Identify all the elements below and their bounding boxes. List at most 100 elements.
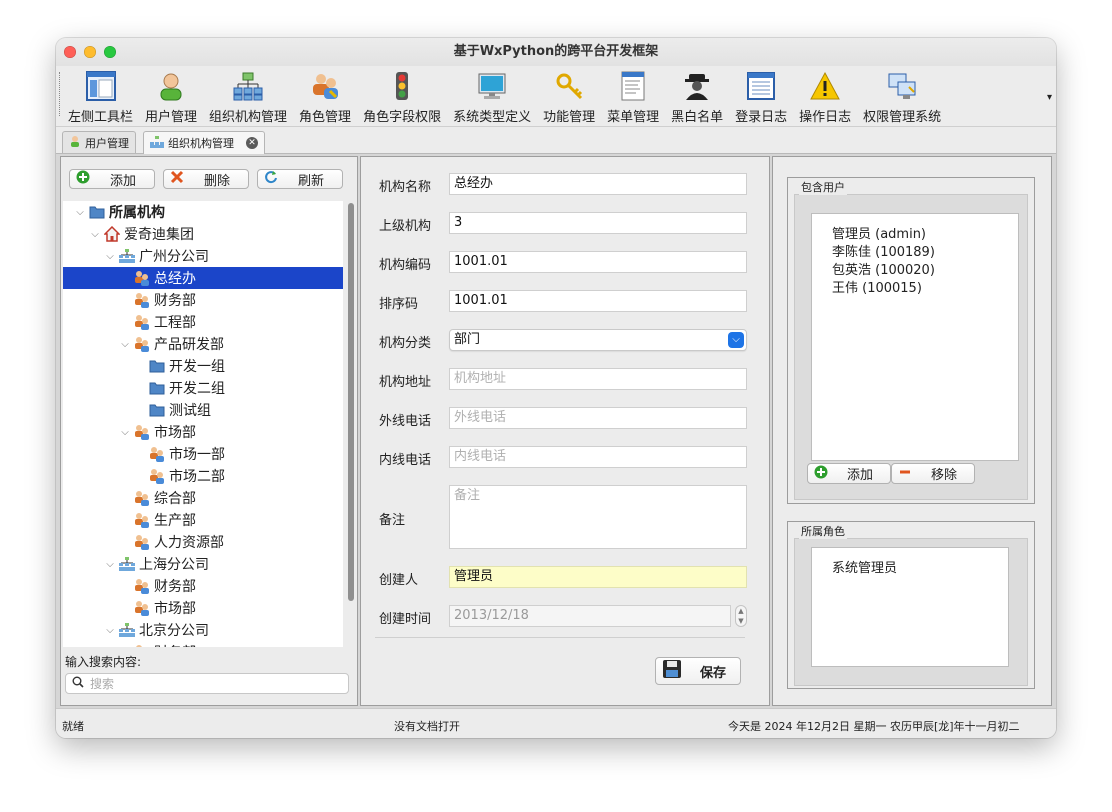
list-item[interactable]: 王伟 (100015) [832,280,1018,298]
field-input[interactable]: 内线电话 [449,446,747,468]
tree-node[interactable]: 市场二部 [63,465,343,487]
tree-node[interactable]: 市场部 [63,597,343,619]
roles-list[interactable]: 系统管理员 [811,547,1009,667]
toolbar-left-toolbar-button[interactable]: 左侧工具栏 [64,66,137,125]
window-title: 基于WxPython的跨平台开发框架 [453,44,659,59]
chevron-down-icon[interactable]: ⌵ [728,332,744,348]
minimize-window-button[interactable] [84,46,96,58]
tree-node[interactable]: ⌵ 所属机构 [63,201,343,223]
chevron-down-icon[interactable]: ⌵ [73,207,87,218]
field-input[interactable]: 3 [449,212,747,234]
toolbar-grip[interactable] [59,72,62,116]
tree-node-label: 总经办 [154,271,196,287]
tree-node[interactable]: 工程部 [63,311,343,333]
tree-node[interactable]: ⌵ 爱奇迪集团 [63,223,343,245]
org-chart-icon [119,556,135,572]
close-window-button[interactable] [64,46,76,58]
toolbar-system-type-button[interactable]: 系统类型定义 [449,66,535,125]
tree-node[interactable]: 开发二组 [63,377,343,399]
tree-node[interactable]: 测试组 [63,399,343,421]
search-box[interactable]: 搜索 [65,673,349,694]
tree-node[interactable]: 财务部 [63,289,343,311]
toolbar-operation-log-button[interactable]: 操作日志 [795,66,855,125]
title-bar: 基于WxPython的跨平台开发框架 [56,38,1056,66]
refresh-icon [264,170,278,188]
toolbar-login-log-button[interactable]: 登录日志 [731,66,791,125]
org-chart-icon [119,248,135,264]
chevron-down-icon[interactable]: ⌵ [103,251,117,262]
tree-node[interactable]: ⌵ 上海分公司 [63,553,343,575]
org-tree[interactable]: ⌵ 所属机构 ⌵ 爱奇迪集团 ⌵ 广州分公司 总经办 财务部 工程部 ⌵ 产品研发部 开发一组 开发二组… [63,201,343,647]
field-input[interactable]: 机构地址 [449,368,747,390]
toolbar-user-management-button[interactable]: 用户管理 [141,66,201,125]
toolbar-menu-management-button[interactable]: 菜单管理 [603,66,663,125]
chevron-down-icon[interactable]: ⌵ [88,229,102,240]
remove-user-button[interactable]: 移除 [891,463,975,484]
field-text: 内线电话 [454,449,507,464]
toolbar-role-field-permission-button[interactable]: 角色字段权限 [359,66,445,125]
status-bar: 就绪 没有文档打开 今天是 2024 年12月2日 星期一 农历甲辰[龙]年十一… [56,708,1056,738]
tree-node[interactable]: 市场一部 [63,443,343,465]
tree-node[interactable]: 生产部 [63,509,343,531]
refresh-org-button[interactable]: 刷新 [257,169,343,189]
field-input[interactable]: 外线电话 [449,407,747,429]
list-item[interactable]: 李陈佳 (100189) [832,244,1018,262]
field-text: 外线电话 [454,410,507,425]
save-button[interactable]: 保存 [655,657,741,685]
chevron-down-icon[interactable]: ⌵ [118,427,132,438]
toolbar-function-management-button[interactable]: 功能管理 [539,66,599,125]
chevron-down-icon[interactable]: ⌵ [103,559,117,570]
chevron-down-icon[interactable]: ⌵ [103,625,117,636]
monitor-icon [476,70,508,102]
delete-org-button[interactable]: 删除 [163,169,249,189]
tree-node[interactable]: ⌵ 北京分公司 [63,619,343,641]
toolbar-blacklist-button[interactable]: 黑白名单 [667,66,727,125]
form-divider [375,637,745,638]
tree-node[interactable]: ⌵ 市场部 [63,421,343,443]
toolbar-overflow-button[interactable]: ▾ [1047,92,1052,103]
field-input[interactable]: 总经办 [449,173,747,195]
warning-icon [809,70,841,102]
tree-node[interactable]: ⌵ 产品研发部 [63,333,343,355]
tree-scrollbar[interactable] [348,203,354,601]
org-chart-icon [119,622,135,638]
zoom-window-button[interactable] [104,46,116,58]
toolbar-permission-system-button[interactable]: 权限管理系统 [859,66,945,125]
users-list[interactable]: 管理员 (admin) 李陈佳 (100189) 包英浩 (100020) 王伟 (1… [811,213,1019,461]
tree-node[interactable]: 人力资源部 [63,531,343,553]
keys-icon [553,70,585,102]
tree-node[interactable]: 总经办 [63,267,343,289]
list-item[interactable]: 包英浩 (100020) [832,262,1018,280]
tree-node-label: 财务部 [154,642,196,647]
field-label: 机构编码 [379,258,432,273]
add-org-button[interactable]: 添加 [69,169,155,189]
field-input[interactable]: 管理员 [449,566,747,588]
tree-node[interactable]: ⌵ 广州分公司 [63,245,343,267]
field-date[interactable]: 2013/12/18 [449,605,731,627]
field-select[interactable]: 部门 ⌵ [449,329,747,351]
status-document: 没有文档打开 [394,720,460,733]
tree-node[interactable]: 财务部 [63,641,343,647]
tab-org-management[interactable]: 组织机构管理 ✕ [143,131,265,154]
group-icon [134,336,150,352]
add-user-button[interactable]: 添加 [807,463,891,484]
field-input[interactable]: 1001.01 [449,251,747,273]
chevron-down-icon[interactable]: ⌵ [118,339,132,350]
tree-node-label: 综合部 [154,491,196,507]
search-input[interactable]: 搜索 [90,675,114,692]
close-tab-icon[interactable]: ✕ [246,137,258,149]
list-item[interactable]: 管理员 (admin) [832,226,1018,244]
tree-node[interactable]: 综合部 [63,487,343,509]
toolbar-org-management-button[interactable]: 组织机构管理 [205,66,291,125]
tree-node[interactable]: 财务部 [63,575,343,597]
list-item[interactable]: 系统管理员 [832,560,1008,578]
field-textarea[interactable]: 备注 [449,485,747,549]
log-list-icon [745,70,777,102]
tree-node[interactable]: 开发一组 [63,355,343,377]
field-input[interactable]: 1001.01 [449,290,747,312]
tree-node-label: 市场一部 [169,447,225,463]
tab-user-management[interactable]: 用户管理 [62,131,136,153]
tree-node-label: 上海分公司 [139,557,209,573]
toolbar-role-management-button[interactable]: 角色管理 [295,66,355,125]
date-stepper[interactable]: ▲ ▼ [735,605,747,627]
